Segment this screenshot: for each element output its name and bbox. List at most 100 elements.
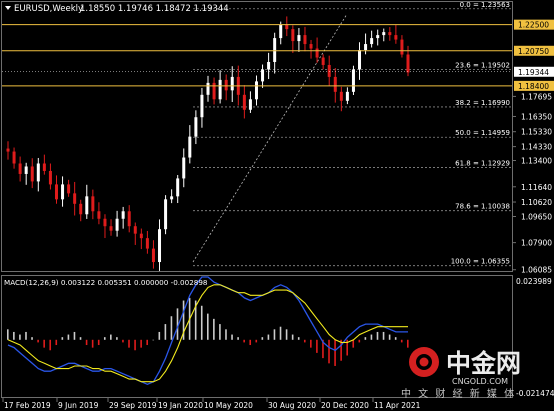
macd-bar [225, 329, 227, 340]
ohlc-values: 1.18550 1.19746 1.18472 1.19344 [80, 4, 229, 14]
candle-bear [6, 148, 10, 152]
macd-bar [97, 339, 100, 346]
candle-bull [267, 61, 271, 70]
macd-bar [400, 339, 403, 343]
macd-bar [237, 337, 239, 340]
macd-bar [134, 339, 136, 351]
macd-bar [25, 331, 27, 340]
chart-window[interactable]: 0.0 = 1.23563 23.6 = 1.19502 38.2 = 1.1699… [0, 0, 554, 411]
candle-bear [139, 233, 143, 239]
macd-bar [273, 329, 276, 340]
macd-bar [31, 337, 33, 340]
macd-bar [55, 339, 58, 346]
candle-bear [400, 39, 404, 55]
candle-bear [321, 57, 325, 65]
time-label: 29 Sep 2019 [109, 401, 157, 410]
candle-bull [273, 38, 277, 62]
candle-bear [48, 170, 52, 185]
price-tick-label: 1.07900 [521, 239, 552, 248]
macd-bar [376, 331, 379, 340]
candle-bull [115, 218, 119, 231]
price-tick-label: 1.15330 [521, 128, 552, 137]
macd-bar [382, 331, 385, 340]
symbol-title: EURUSD,Weekly [14, 4, 83, 14]
horizontal-line-label: 1.22500 [518, 21, 549, 30]
macd-bar [207, 313, 209, 340]
time-label: 10 May 2020 [204, 401, 253, 410]
candle-bull [261, 69, 265, 82]
macd-bar [219, 324, 221, 340]
candle-bull [188, 136, 192, 158]
macd-bar [303, 339, 306, 343]
macd-bar [291, 334, 294, 340]
macd-bar [79, 337, 82, 340]
macd-bar [19, 334, 21, 340]
macd-bar [352, 339, 355, 348]
macd-bar [249, 339, 252, 346]
candle-bear [339, 91, 343, 101]
macd-bar [110, 334, 112, 340]
price-tick-label: 1.11640 [521, 183, 552, 192]
candle-bull [345, 91, 349, 101]
time-label: 17 Feb 2019 [4, 401, 51, 410]
candle-bear [133, 226, 137, 234]
candle-bear [394, 35, 398, 40]
time-label: 9 Jun 2019 [58, 401, 99, 410]
macd-bar [170, 316, 173, 340]
time-label: 20 Dec 2020 [321, 401, 369, 410]
candle-bull [36, 163, 40, 182]
macd-bar [200, 305, 203, 340]
macd-bar [370, 334, 373, 340]
price-tick-label: 1.13400 [521, 157, 552, 166]
candle-bear [333, 76, 337, 92]
macd-bar [122, 339, 124, 343]
macd-bar [279, 326, 282, 340]
candle-bear [97, 211, 101, 219]
candle-bull [370, 38, 374, 45]
macd-bar [91, 339, 94, 348]
candle-bear [67, 184, 71, 194]
macd-bar [152, 339, 155, 341]
candle-bull [230, 76, 234, 91]
candle-bear [285, 24, 289, 30]
time-label: 11 Apr 2021 [374, 401, 421, 410]
candle-bull [297, 35, 301, 42]
candle-bull [200, 94, 204, 118]
price-tick-label: 1.17695 [521, 92, 552, 101]
macd-bar [364, 337, 367, 340]
candle-bull [121, 211, 125, 219]
macd-bar [358, 339, 361, 343]
candle-bull [61, 184, 65, 200]
candle-bear [151, 248, 155, 263]
candle-bear [327, 64, 331, 77]
candle-bear [127, 211, 131, 227]
candle-bear [54, 184, 58, 200]
logo-text: 中金网 [446, 349, 521, 378]
macd-bar [85, 339, 88, 346]
candle-bull [376, 35, 380, 39]
macd-bar [388, 334, 391, 340]
macd-bar [43, 339, 45, 348]
candle-bear [388, 32, 392, 36]
candle-bull [248, 99, 252, 110]
candle-bull [158, 229, 162, 263]
macd-bar [255, 339, 258, 343]
macd-axis-max: 0.023989 [516, 277, 552, 286]
candle-bear [30, 166, 34, 182]
price-tick-label: 1.10620 [521, 198, 552, 207]
macd-title: MACD(12,26,9) 0.003122 0.005351 0.000000… [4, 278, 208, 287]
horizontal-line-label: 1.18400 [518, 82, 549, 91]
cngold-watermark: 中金网 CNGOLD.COM 中 文 财 经 新 媒 体 [401, 347, 521, 400]
candle-bull [279, 24, 283, 39]
candle-bull [358, 50, 362, 70]
price-tick-label: 1.14330 [521, 143, 552, 152]
price-tick-label: 1.09650 [521, 213, 552, 222]
macd-bar [243, 339, 245, 343]
candle-bear [145, 238, 149, 249]
candle-bear [103, 218, 107, 227]
macd-bar [297, 337, 300, 340]
macd-bar [334, 339, 336, 366]
candle-bull [364, 44, 368, 51]
candle-bear [18, 163, 22, 174]
macd-bar [116, 337, 118, 340]
